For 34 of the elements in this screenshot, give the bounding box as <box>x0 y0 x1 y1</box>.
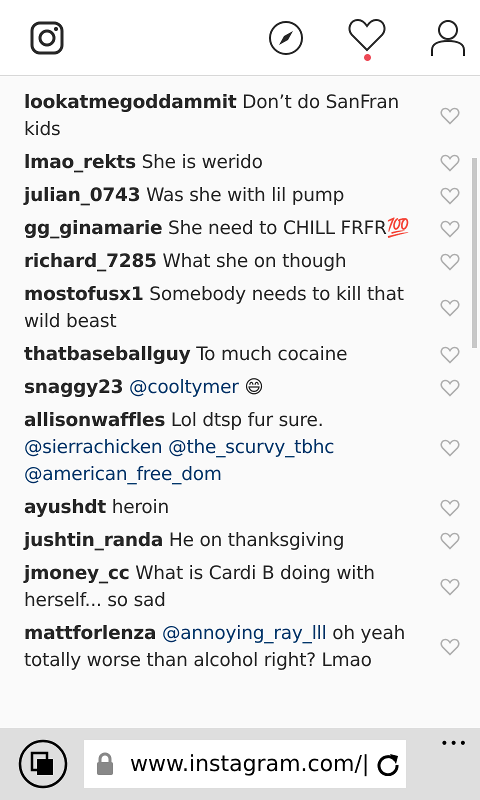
like-icon[interactable] <box>440 498 460 516</box>
camera-icon[interactable] <box>30 20 64 54</box>
comment-text: jushtin_randa He on thanksgiving <box>24 529 346 553</box>
tabs-icon[interactable] <box>18 739 68 789</box>
comment-text: thatbaseballguy To much cocaine <box>24 343 348 367</box>
scrollbar[interactable] <box>472 158 477 348</box>
comment-text: snaggy23 @cooltymer 😄 <box>24 376 264 400</box>
like-icon[interactable] <box>440 154 460 172</box>
address-field[interactable]: www.instagram.com/| <box>84 740 406 788</box>
like-icon[interactable] <box>440 186 460 204</box>
more-button[interactable]: ••• <box>440 734 468 755</box>
like-icon[interactable] <box>440 107 460 125</box>
profile-icon[interactable] <box>430 18 466 56</box>
like-icon[interactable] <box>440 438 460 456</box>
like-icon[interactable] <box>440 299 460 317</box>
like-icon[interactable] <box>440 220 460 238</box>
comment-text: ayushdt heroin <box>24 496 170 520</box>
like-icon[interactable] <box>440 252 460 270</box>
comment-text: richard_7285 What she on though <box>24 250 348 274</box>
comment-text: julian_0743 Was she with lil pump <box>24 184 346 208</box>
comment-text: lmao_rekts She is werido <box>24 151 264 175</box>
like-icon[interactable] <box>440 378 460 396</box>
url-text: www.instagram.com/| <box>130 750 370 778</box>
comment-text: gg_ginamarie She need to CHILL FRFR💯 <box>24 216 411 241</box>
like-icon[interactable] <box>440 532 460 550</box>
like-icon[interactable] <box>440 638 460 656</box>
comment-text: mattforlenza @annoying_ray_lll oh yeah totally worse than alcohol right? Lmao <box>24 622 406 673</box>
like-icon[interactable] <box>440 346 460 364</box>
refresh-icon[interactable] <box>376 752 400 776</box>
compass-icon[interactable] <box>268 20 304 56</box>
lock-icon <box>96 752 114 776</box>
heart-icon[interactable] <box>348 18 386 52</box>
comment-text: allisonwaffles Lol dtsp fur sure. @sierrachicken @the_scurvy_tbhc @american_free_dom <box>24 409 336 487</box>
like-icon[interactable] <box>440 578 460 596</box>
